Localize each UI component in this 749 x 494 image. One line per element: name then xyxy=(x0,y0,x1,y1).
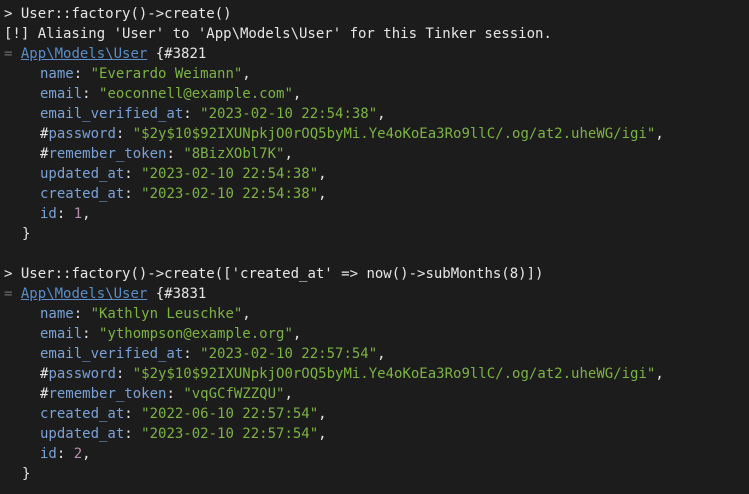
attribute-comma: , xyxy=(284,146,293,162)
attribute-key: id xyxy=(40,206,57,222)
command-line: > User::factory()->create(['created_at' … xyxy=(4,264,749,284)
attribute-value: "$2y$10$92IXUNpkjO0rOQ5byMi.Ye4oKoEa3Ro9… xyxy=(132,366,656,382)
attribute-value: "eoconnell@example.com" xyxy=(99,86,293,102)
attribute-row: #password: "$2y$10$92IXUNpkjO0rOQ5byMi.Y… xyxy=(40,366,664,382)
attribute-comma: , xyxy=(82,206,91,222)
command-line: > User::factory()->create() xyxy=(4,4,749,24)
result-header: = App\Models\User {#3831 xyxy=(4,284,749,304)
attribute-key: remember_token xyxy=(48,386,167,402)
attribute-key: email xyxy=(40,326,83,342)
attribute-row: updated_at: "2023-02-10 22:57:54", xyxy=(40,426,327,442)
attribute-value: 1 xyxy=(73,206,83,222)
attribute-key: password xyxy=(48,366,116,382)
attribute-value: "2022-06-10 22:57:54" xyxy=(141,406,319,422)
attribute-comma: , xyxy=(377,346,386,362)
model-class-link[interactable]: App\Models\User xyxy=(21,46,147,62)
attribute-comma: , xyxy=(318,186,327,202)
attribute-key: name xyxy=(40,306,74,322)
object-id: {#3831 xyxy=(155,286,207,302)
attribute-key: email_verified_at xyxy=(40,106,184,122)
attribute-value: "$2y$10$92IXUNpkjO0rOQ5byMi.Ye4oKoEa3Ro9… xyxy=(132,126,656,142)
prompt-symbol: > xyxy=(4,266,13,282)
attribute-value: "Everardo Weimann" xyxy=(90,66,243,82)
attribute-key: email xyxy=(40,86,83,102)
result-header: = App\Models\User {#3821 xyxy=(4,44,749,64)
attribute-key: updated_at xyxy=(40,166,125,182)
attribute-comma: , xyxy=(655,126,664,142)
attribute-comma: , xyxy=(318,166,327,182)
model-class-link[interactable]: App\Models\User xyxy=(21,286,147,302)
attribute-row: name: "Everardo Weimann", xyxy=(40,66,251,82)
attribute-row: id: 2, xyxy=(40,446,91,462)
attribute-value: "2023-02-10 22:57:54" xyxy=(141,426,319,442)
prompt-symbol: > xyxy=(4,6,13,22)
attribute-key: password xyxy=(48,126,116,142)
result-prefix: = xyxy=(4,286,13,302)
attribute-comma: , xyxy=(82,446,91,462)
attribute-value: "Kathlyn Leuschke" xyxy=(90,306,243,322)
attribute-value: "vqGCfWZZQU" xyxy=(183,386,285,402)
attribute-value: 2 xyxy=(73,446,83,462)
result-prefix: = xyxy=(4,46,13,62)
attribute-row: #remember_token: "8BizXObl7K", xyxy=(40,146,293,162)
attribute-comma: , xyxy=(292,86,302,102)
attribute-row: created_at: "2023-02-10 22:54:38", xyxy=(40,186,327,202)
attribute-comma: , xyxy=(292,326,302,342)
attribute-key: id xyxy=(40,446,57,462)
attribute-row: #password: "$2y$10$92IXUNpkjO0rOQ5byMi.Y… xyxy=(40,126,664,142)
attribute-comma: , xyxy=(284,386,293,402)
command-text: User::factory()->create() xyxy=(20,6,232,22)
attribute-key: updated_at xyxy=(40,426,125,442)
command-text: User::factory()->create(['created_at' =>… xyxy=(20,266,544,282)
attribute-value: "2023-02-10 22:54:38" xyxy=(141,166,319,182)
attribute-key: created_at xyxy=(40,186,125,202)
closing-brace: } xyxy=(22,226,31,242)
attribute-value: "2023-02-10 22:54:38" xyxy=(200,106,378,122)
tinker-terminal[interactable]: > User::factory()->create()[!] Aliasing … xyxy=(0,0,749,494)
attribute-comma: , xyxy=(242,306,251,322)
previous-output-fragment xyxy=(4,0,749,4)
attribute-value: "8BizXObl7K" xyxy=(183,146,285,162)
attribute-comma: , xyxy=(655,366,664,382)
attribute-row: email_verified_at: "2023-02-10 22:57:54"… xyxy=(40,346,386,362)
attribute-comma: , xyxy=(318,406,327,422)
attribute-key: created_at xyxy=(40,406,125,422)
attribute-comma: , xyxy=(242,66,251,82)
attribute-key: remember_token xyxy=(48,146,167,162)
attribute-row: email: "ythompson@example.org", xyxy=(40,326,302,342)
attribute-value: "2023-02-10 22:54:38" xyxy=(141,186,319,202)
attribute-row: updated_at: "2023-02-10 22:54:38", xyxy=(40,166,327,182)
attribute-row: email: "eoconnell@example.com", xyxy=(40,86,302,102)
attribute-row: #remember_token: "vqGCfWZZQU", xyxy=(40,386,293,402)
attribute-key: name xyxy=(40,66,74,82)
attribute-row: email_verified_at: "2023-02-10 22:54:38"… xyxy=(40,106,386,122)
attribute-key: email_verified_at xyxy=(40,346,184,362)
attribute-value: "2023-02-10 22:57:54" xyxy=(200,346,378,362)
attribute-value: "ythompson@example.org" xyxy=(99,326,293,342)
attribute-row: name: "Kathlyn Leuschke", xyxy=(40,306,251,322)
attribute-comma: , xyxy=(377,106,386,122)
terminal-output: > User::factory()->create()[!] Aliasing … xyxy=(4,4,749,484)
alias-notice: [!] Aliasing 'User' to 'App\Models\User'… xyxy=(4,26,552,42)
attribute-comma: , xyxy=(318,426,327,442)
attribute-row: id: 1, xyxy=(40,206,91,222)
closing-brace: } xyxy=(22,466,31,482)
attribute-row: created_at: "2022-06-10 22:57:54", xyxy=(40,406,327,422)
object-id: {#3821 xyxy=(155,46,207,62)
